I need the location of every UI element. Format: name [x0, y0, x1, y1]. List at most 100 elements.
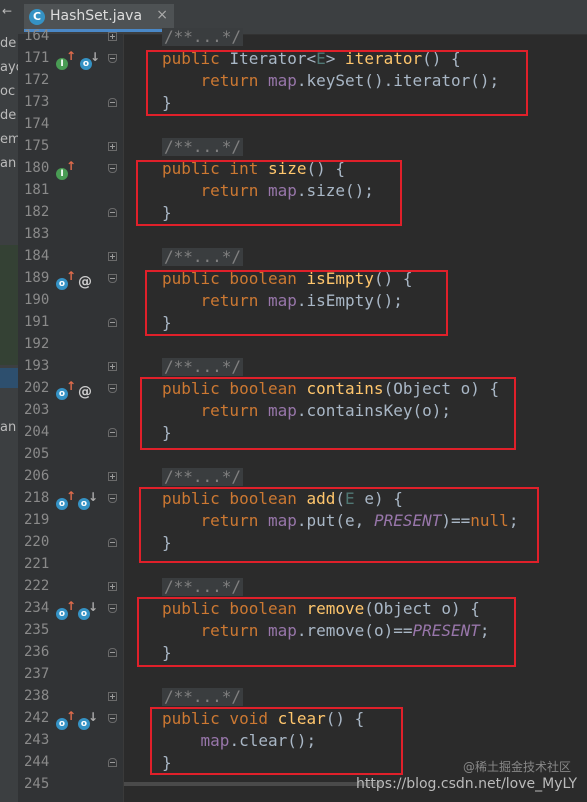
watermark-url: https://blog.csdn.net/love_MyLY — [356, 776, 577, 792]
fold-marker-icon[interactable] — [108, 582, 117, 591]
project-item[interactable]: de — [0, 108, 16, 123]
fold-marker-icon[interactable] — [108, 98, 117, 107]
fold-marker-icon[interactable] — [108, 318, 117, 327]
line-number: 181 — [24, 182, 50, 198]
fold-marker-icon[interactable] — [108, 648, 117, 657]
code-line[interactable] — [124, 334, 587, 356]
project-panel-strip[interactable]: ← de ayo oc de em an an — [0, 0, 18, 802]
implements-icon[interactable]: I ↑ — [56, 50, 76, 70]
code-line[interactable]: /**...*/ — [124, 26, 587, 48]
fold-marker-icon[interactable] — [108, 538, 117, 547]
code-line[interactable]: /**...*/ — [124, 686, 587, 708]
folded-comment[interactable]: /**...*/ — [162, 138, 244, 156]
gutter-line: 206 — [18, 466, 123, 488]
fold-marker-icon[interactable] — [108, 54, 117, 63]
project-item[interactable]: oc — [0, 84, 15, 99]
project-item[interactable]: em — [0, 132, 18, 147]
overrides-icon[interactable]: o ↑ — [56, 600, 76, 620]
code-line[interactable]: /**...*/ — [124, 246, 587, 268]
gutter-line: 202 o ↑ @ — [18, 378, 123, 400]
highlight-box-isempty — [145, 270, 448, 336]
overrides-icon[interactable]: o ↑ — [56, 490, 76, 510]
line-number: 193 — [24, 358, 50, 374]
fold-marker-icon[interactable] — [108, 208, 117, 217]
line-number: 164 — [24, 28, 50, 44]
gutter-line: 238 — [18, 686, 123, 708]
fold-marker-icon[interactable] — [108, 714, 117, 723]
overrides-icon[interactable]: o ↑ — [56, 380, 76, 400]
overrides-icon[interactable]: o ↑ — [56, 270, 76, 290]
close-icon[interactable]: × — [156, 7, 168, 23]
line-number: 189 — [24, 270, 50, 286]
folded-comment[interactable]: /**...*/ — [162, 358, 244, 376]
fold-marker-icon[interactable] — [108, 428, 117, 437]
fold-marker-icon[interactable] — [108, 164, 117, 173]
code-line[interactable]: /**...*/ — [124, 136, 587, 158]
implements-icon[interactable]: I ↑ — [56, 160, 76, 180]
gutter-line: 242 o ↑ o ↓ — [18, 708, 123, 730]
fold-marker-icon[interactable] — [108, 252, 117, 261]
line-number: 191 — [24, 314, 50, 330]
fold-marker-icon[interactable] — [108, 472, 117, 481]
line-number: 184 — [24, 248, 50, 264]
line-number: 183 — [24, 226, 50, 242]
line-number: 174 — [24, 116, 50, 132]
fold-marker-icon[interactable] — [108, 362, 117, 371]
project-item[interactable]: an — [0, 156, 16, 171]
overridden-icon[interactable]: o ↓ — [78, 711, 98, 730]
fold-marker-icon[interactable] — [108, 32, 117, 41]
folded-comment[interactable]: /**...*/ — [162, 28, 244, 46]
at-icon[interactable]: @ — [78, 381, 92, 400]
line-number: 244 — [24, 754, 50, 770]
overridden-icon[interactable]: o ↓ — [78, 601, 98, 620]
tab-label: HashSet.java — [50, 8, 143, 24]
overrides-icon[interactable]: o ↑ — [56, 710, 76, 730]
gutter-line: 193 — [18, 356, 123, 378]
code-line[interactable] — [124, 224, 587, 246]
fold-marker-icon[interactable] — [108, 604, 117, 613]
line-number: 203 — [24, 402, 50, 418]
gutter-line: 173 — [18, 92, 123, 114]
highlight-box-add — [139, 487, 539, 563]
project-item[interactable]: ayo — [0, 60, 18, 75]
code-line[interactable] — [124, 664, 587, 686]
folded-comment[interactable]: /**...*/ — [162, 688, 244, 706]
project-item[interactable]: de — [0, 36, 16, 51]
overridden-icon[interactable]: o ↓ — [78, 491, 98, 510]
gutter-line: 181 — [18, 180, 123, 202]
strip-highlight — [0, 245, 18, 365]
gutter-line: 204 — [18, 422, 123, 444]
fold-marker-icon[interactable] — [108, 142, 117, 151]
line-number: 219 — [24, 512, 50, 528]
folded-comment[interactable]: /**...*/ — [162, 578, 244, 596]
scrollbar-thumb[interactable] — [124, 782, 384, 786]
line-number: 237 — [24, 666, 50, 682]
line-number: 243 — [24, 732, 50, 748]
fold-marker-icon[interactable] — [108, 758, 117, 767]
overridden-icon[interactable]: o ↓ — [80, 51, 100, 70]
folded-comment[interactable]: /**...*/ — [162, 468, 244, 486]
gutter-line: 174 — [18, 114, 123, 136]
gutter-line: 183 — [18, 224, 123, 246]
line-number: 202 — [24, 380, 50, 396]
gutter-line: 189 o ↑ @ — [18, 268, 123, 290]
fold-marker-icon[interactable] — [108, 494, 117, 503]
fold-marker-icon[interactable] — [108, 384, 117, 393]
strip-selection — [0, 368, 18, 388]
code-line[interactable]: /**...*/ — [124, 356, 587, 378]
back-arrow-icon[interactable]: ← — [2, 4, 12, 18]
line-number: 190 — [24, 292, 50, 308]
folded-comment[interactable]: /**...*/ — [162, 248, 244, 266]
line-number: 204 — [24, 424, 50, 440]
project-item[interactable]: an — [0, 420, 16, 435]
at-icon[interactable]: @ — [78, 271, 92, 290]
gutter-line: 180 I ↑ — [18, 158, 123, 180]
highlight-box-iterator — [146, 50, 528, 116]
fold-marker-icon[interactable] — [108, 274, 117, 283]
code-line[interactable]: /**...*/ — [124, 576, 587, 598]
code-line[interactable]: /**...*/ — [124, 466, 587, 488]
gutter-line: 236 — [18, 642, 123, 664]
code-line[interactable] — [124, 114, 587, 136]
fold-marker-icon[interactable] — [108, 692, 117, 701]
line-number: 245 — [24, 776, 50, 792]
